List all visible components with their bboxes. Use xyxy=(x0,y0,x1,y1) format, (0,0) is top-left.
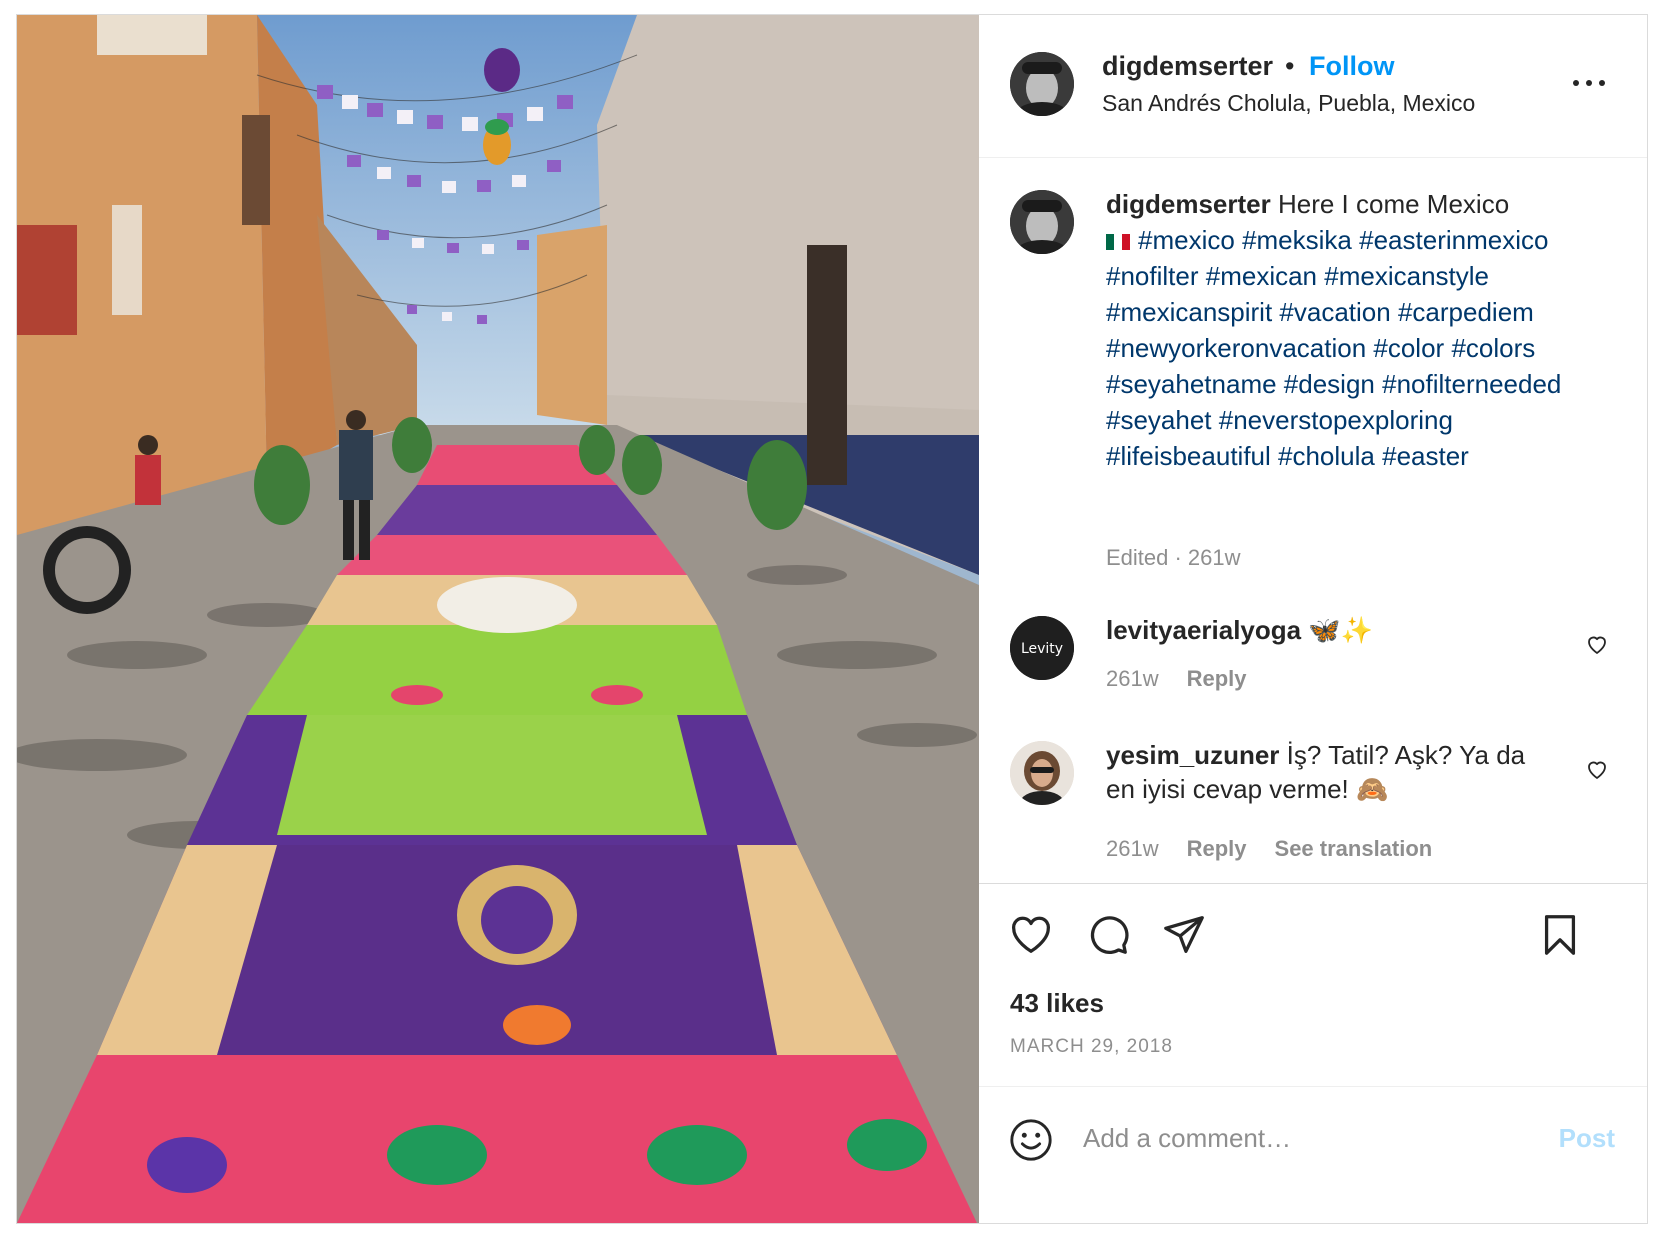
author-avatar[interactable] xyxy=(1010,52,1074,116)
caption-hashtags: #mexico #meksika #easterinmexico #nofilt… xyxy=(1106,225,1561,471)
hashtag-link[interactable]: #nofilterneeded xyxy=(1382,369,1561,399)
levity-logo-icon: Levity xyxy=(1010,616,1074,680)
author-username[interactable]: digdemserter xyxy=(1102,51,1273,82)
hashtag-link[interactable]: #carpediem xyxy=(1398,297,1534,327)
comment-text: levityaerialyoga 🦋✨ xyxy=(1106,613,1546,647)
hashtag-link[interactable]: #design xyxy=(1284,369,1375,399)
like-comment-heart-icon[interactable] xyxy=(1585,757,1609,781)
mexico-flag-icon xyxy=(1106,234,1130,250)
post-image[interactable] xyxy=(17,15,979,1223)
hashtag-link[interactable]: #nofilter xyxy=(1106,261,1199,291)
author-avatar-image xyxy=(1010,52,1074,116)
hashtag-link[interactable]: #meksika xyxy=(1242,225,1352,255)
yesim-avatar[interactable] xyxy=(1010,741,1074,805)
hashtag-link[interactable]: #neverstopexploring xyxy=(1219,405,1453,435)
heart-icon[interactable] xyxy=(1008,912,1054,958)
comment-username[interactable]: yesim_uzuner xyxy=(1106,740,1279,770)
more-options-icon[interactable] xyxy=(1569,73,1609,93)
caption-meta: Edited · 261w xyxy=(1106,545,1241,570)
comment-meta: 261w Reply See translation xyxy=(1106,836,1432,862)
see-translation-button[interactable]: See translation xyxy=(1275,836,1433,861)
hashtag-link[interactable]: #easter xyxy=(1382,441,1469,471)
share-icon[interactable] xyxy=(1161,912,1207,958)
hashtag-link[interactable]: #easterinmexico xyxy=(1359,225,1548,255)
hashtag-link[interactable]: #vacation xyxy=(1279,297,1390,327)
caption-message: Here I come Mexico xyxy=(1277,189,1510,219)
post-sidebar: digdemserter • Follow San Andrés Cholula… xyxy=(979,15,1647,1223)
caption-avatar-image xyxy=(1010,190,1074,254)
post-comment-button[interactable]: Post xyxy=(1559,1123,1615,1154)
comment-message: 🦋✨ xyxy=(1308,615,1374,645)
reply-button[interactable]: Reply xyxy=(1187,836,1247,861)
hashtag-link[interactable]: #newyorkeronvacation xyxy=(1106,333,1366,363)
bookmark-icon[interactable] xyxy=(1537,912,1583,958)
add-comment-bar: Post xyxy=(979,1086,1647,1223)
hashtag-link[interactable]: #cholula xyxy=(1278,441,1375,471)
hashtag-link[interactable]: #mexican xyxy=(1206,261,1317,291)
yesim-avatar-image xyxy=(1010,741,1074,805)
post-location[interactable]: San Andrés Cholula, Puebla, Mexico xyxy=(1102,90,1475,117)
emoji-icon[interactable] xyxy=(1008,1117,1054,1163)
comment-age: 261w xyxy=(1106,666,1159,691)
comments-section: digdemserter Here I come Mexico #mexico … xyxy=(979,158,1647,884)
hashtag-link[interactable]: #color xyxy=(1373,333,1444,363)
caption-text: digdemserter Here I come Mexico #mexico … xyxy=(1106,186,1576,474)
comment-username[interactable]: levityaerialyoga xyxy=(1106,615,1301,645)
post-actions: 43 likes MARCH 29, 2018 xyxy=(979,884,1647,1086)
comment-age: 261w xyxy=(1106,836,1159,861)
hashtag-link[interactable]: #seyahetname xyxy=(1106,369,1277,399)
comment-meta: 261w Reply xyxy=(1106,666,1247,692)
hashtag-link[interactable]: #lifeisbeautiful xyxy=(1106,441,1271,471)
levity-logo-text: Levity xyxy=(1021,641,1063,657)
instagram-post: digdemserter • Follow San Andrés Cholula… xyxy=(16,14,1648,1224)
header-separator: • xyxy=(1285,51,1295,81)
hashtag-link[interactable]: #colors xyxy=(1451,333,1535,363)
hashtag-link[interactable]: #mexicanspirit xyxy=(1106,297,1272,327)
follow-button[interactable]: Follow xyxy=(1309,51,1394,82)
caption-avatar[interactable] xyxy=(1010,190,1074,254)
hashtag-link[interactable]: #mexico xyxy=(1138,225,1235,255)
hashtag-link[interactable]: #mexicanstyle xyxy=(1324,261,1489,291)
levity-avatar[interactable]: Levity xyxy=(1010,616,1074,680)
comment-icon[interactable] xyxy=(1085,912,1131,958)
reply-button[interactable]: Reply xyxy=(1187,666,1247,691)
hashtag-link[interactable]: #seyahet xyxy=(1106,405,1212,435)
post-header: digdemserter • Follow San Andrés Cholula… xyxy=(979,15,1647,158)
comment-text: yesim_uzuner İş? Tatil? Aşk? Ya da en iy… xyxy=(1106,738,1546,806)
post-date: MARCH 29, 2018 xyxy=(1010,1036,1173,1057)
street-carpet-photo xyxy=(17,15,979,1223)
comment-input[interactable] xyxy=(1083,1113,1483,1163)
like-comment-heart-icon[interactable] xyxy=(1585,632,1609,656)
caption-username[interactable]: digdemserter xyxy=(1106,189,1271,219)
likes-count[interactable]: 43 likes xyxy=(1010,988,1104,1019)
